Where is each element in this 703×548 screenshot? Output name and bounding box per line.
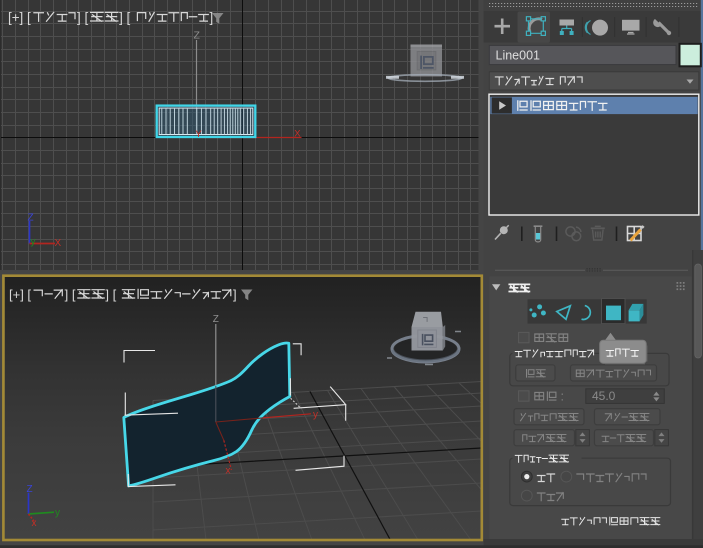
svg-text:] [: ] [ bbox=[65, 287, 76, 302]
svg-text:]: ] bbox=[210, 10, 214, 25]
svg-text:X: X bbox=[55, 238, 62, 249]
svg-text:45.0: 45.0 bbox=[592, 389, 616, 403]
svg-text:X: X bbox=[294, 129, 301, 140]
svg-text:x: x bbox=[226, 466, 231, 477]
svg-text:] [: ] [ bbox=[119, 10, 130, 25]
svg-text:Z: Z bbox=[28, 212, 34, 223]
svg-text:y: y bbox=[31, 237, 36, 248]
svg-text:[+] [: [+] [ bbox=[9, 287, 31, 302]
svg-text:Z: Z bbox=[213, 314, 219, 325]
svg-text:Line001: Line001 bbox=[496, 48, 541, 62]
svg-text:y: y bbox=[313, 410, 318, 421]
svg-text:Z: Z bbox=[27, 484, 33, 495]
svg-text:[+] [: [+] [ bbox=[8, 10, 31, 25]
svg-text:x: x bbox=[32, 518, 37, 529]
svg-text:Y: Y bbox=[195, 129, 202, 140]
svg-text:] [: ] [ bbox=[77, 10, 88, 25]
svg-text:Z: Z bbox=[194, 30, 201, 42]
svg-text::: : bbox=[561, 389, 564, 403]
svg-text:y: y bbox=[55, 508, 60, 519]
svg-text:] [: ] [ bbox=[105, 287, 116, 302]
svg-text:]: ] bbox=[233, 287, 237, 302]
